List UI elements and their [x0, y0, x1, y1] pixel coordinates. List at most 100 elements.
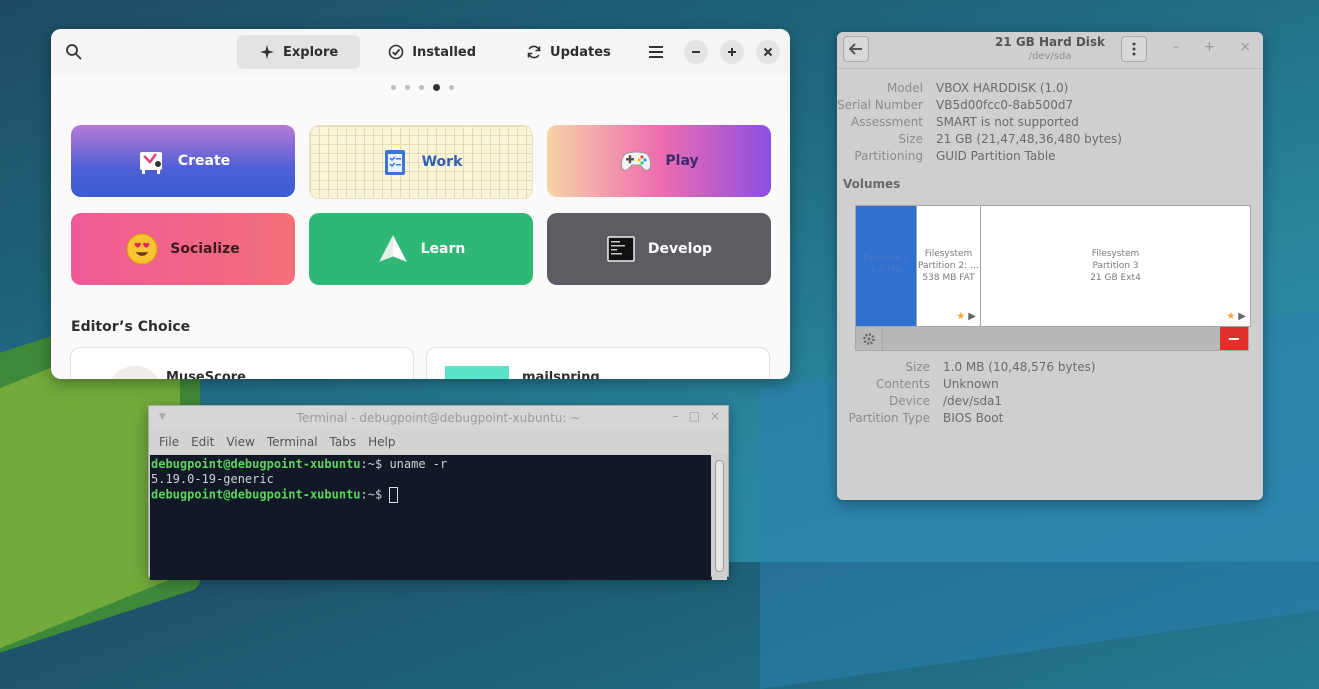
partition-3[interactable]: Filesystem Partition 3 21 GB Ext4 ★ ▶ — [980, 206, 1250, 326]
info-key: Serial Number — [837, 98, 923, 112]
category-label: Develop — [647, 241, 713, 257]
gear-icon[interactable] — [856, 327, 883, 350]
info-key: Partition Type — [848, 411, 930, 425]
menu-file[interactable]: File — [153, 430, 185, 454]
play-icon[interactable]: ▶ — [968, 311, 976, 322]
maximize-icon[interactable]: + — [1204, 39, 1216, 55]
more-options-button[interactable] — [1121, 36, 1147, 62]
musescore-icon — [107, 366, 163, 379]
gamepad-icon — [621, 151, 652, 171]
tab-updates[interactable]: Updates — [504, 35, 633, 69]
info-value: /dev/sda1 — [943, 394, 1003, 408]
play-icon[interactable]: ▶ — [1238, 311, 1246, 322]
volumes-heading: Volumes — [843, 177, 901, 191]
minimize-button[interactable] — [684, 40, 708, 64]
terminal-line: debugpoint@debugpoint-xubuntu:~$ uname -… — [151, 457, 711, 472]
maximize-button[interactable] — [720, 40, 744, 64]
title-bar[interactable]: ▼ Terminal - debugpoint@debugpoint-xubun… — [149, 406, 728, 430]
section-heading: Editor’s Choice — [71, 319, 191, 335]
carousel-dot[interactable] — [419, 85, 424, 90]
app-card-musescore[interactable]: MuseScore — [70, 347, 414, 379]
maximize-icon[interactable]: □ — [689, 409, 700, 423]
paper-plane-icon — [378, 235, 407, 262]
category-label: Work — [421, 154, 463, 170]
minimize-icon[interactable]: – — [673, 409, 679, 423]
prompt-user: debugpoint@debugpoint-xubuntu — [151, 487, 361, 502]
close-button[interactable] — [756, 40, 780, 64]
info-row: Size 1.0 MB (10,48,576 bytes) — [837, 359, 1095, 376]
disks-window: 21 GB Hard Disk /dev/sda – + × Model VBOX… — [837, 32, 1263, 500]
create-icon — [139, 152, 162, 174]
menu-edit[interactable]: Edit — [185, 430, 220, 454]
tab-installed[interactable]: Installed — [366, 35, 498, 69]
delete-partition-button[interactable]: − — [1220, 327, 1248, 350]
category-play[interactable]: Play — [547, 125, 771, 197]
minimize-icon[interactable]: – — [1173, 39, 1180, 55]
check-circle-icon — [388, 44, 404, 60]
category-create[interactable]: Create — [71, 125, 295, 197]
partition-size: 21 GB Ext4 — [1090, 273, 1141, 283]
category-work[interactable]: Work — [309, 125, 533, 199]
info-value: BIOS Boot — [943, 411, 1004, 425]
search-icon[interactable] — [65, 43, 83, 61]
info-key: Model — [886, 81, 923, 95]
tab-label: Installed — [412, 44, 477, 60]
app-name: MuseScore — [166, 370, 246, 379]
category-develop[interactable]: Develop — [547, 213, 771, 285]
partition-label: Partition 3 — [1092, 261, 1139, 271]
tab-explore[interactable]: Explore — [237, 35, 361, 69]
window-title: Terminal - debugpoint@debugpoint-xubuntu… — [296, 411, 581, 425]
mount-star-icon: ★ ▶ — [1226, 311, 1246, 322]
info-row: Assessment SMART is not supported — [837, 114, 1122, 131]
header-bar: Explore Installed Updates — [51, 29, 790, 75]
info-row: Model VBOX HARDDISK (1.0) — [837, 80, 1122, 97]
command-text: uname -r — [389, 457, 448, 471]
app-card-mailspring[interactable]: mailspring — [426, 347, 770, 379]
partition-2[interactable]: Filesystem Partition 2: … 538 MB FAT ★ ▶ — [916, 206, 980, 326]
info-key: Partitioning — [854, 149, 923, 163]
terminal-line: 5.19.0-19-generic — [151, 472, 274, 486]
category-socialize[interactable]: Socialize — [71, 213, 295, 285]
menu-terminal[interactable]: Terminal — [261, 430, 324, 454]
menu-view[interactable]: View — [220, 430, 260, 454]
category-grid: Create Work Play Socialize Learn Develop — [71, 125, 771, 285]
prompt-path: :~$ — [360, 457, 383, 471]
scrollbar[interactable] — [712, 455, 727, 580]
info-key: Device — [888, 394, 930, 408]
window-controls — [644, 40, 780, 64]
disk-info: Model VBOX HARDDISK (1.0) Serial Number VB… — [837, 80, 1122, 165]
info-value: SMART is not supported — [936, 115, 1079, 129]
carousel-dot[interactable] — [449, 85, 454, 90]
carousel-dots[interactable] — [391, 84, 454, 91]
category-label: Socialize — [170, 241, 240, 257]
partition-info: Size 1.0 MB (10,48,576 bytes) Contents Unk… — [837, 359, 1096, 427]
text-cursor — [389, 487, 399, 503]
menu-help[interactable]: Help — [362, 430, 401, 454]
partition-1[interactable]: Partition 1 1.0 MB — [856, 206, 916, 326]
info-row: Partitioning GUID Partition Table — [837, 148, 1122, 165]
info-key: Size — [898, 132, 923, 146]
carousel-dot-active[interactable] — [433, 84, 440, 91]
clipboard-icon — [384, 150, 405, 175]
hamburger-menu-icon[interactable] — [644, 40, 668, 64]
view-switcher: Explore Installed Updates — [237, 35, 633, 69]
info-value: Unknown — [943, 377, 999, 391]
header-bar: 21 GB Hard Disk /dev/sda – + × — [837, 32, 1263, 69]
tab-label: Explore — [283, 44, 339, 60]
volume-toolbar: − — [855, 326, 1249, 351]
terminal-output[interactable]: debugpoint@debugpoint-xubuntu:~$ uname -… — [150, 455, 711, 580]
mailspring-icon — [445, 366, 509, 379]
close-icon[interactable]: × — [1239, 39, 1251, 55]
terminal-line: debugpoint@debugpoint-xubuntu:~$ — [151, 487, 711, 503]
category-learn[interactable]: Learn — [309, 213, 533, 285]
scrollbar-thumb[interactable] — [715, 460, 724, 572]
kebab-menu-icon — [1132, 42, 1136, 56]
volume-map: Partition 1 1.0 MB Filesystem Partition … — [855, 205, 1251, 327]
info-row: Size 21 GB (21,47,48,36,480 bytes) — [837, 131, 1122, 148]
menu-tabs[interactable]: Tabs — [324, 430, 363, 454]
carousel-dot[interactable] — [405, 85, 410, 90]
category-label: Create — [177, 153, 231, 169]
close-icon[interactable]: × — [710, 409, 720, 423]
carousel-dot[interactable] — [391, 85, 396, 90]
partition-label: Partition 1 — [862, 254, 910, 264]
